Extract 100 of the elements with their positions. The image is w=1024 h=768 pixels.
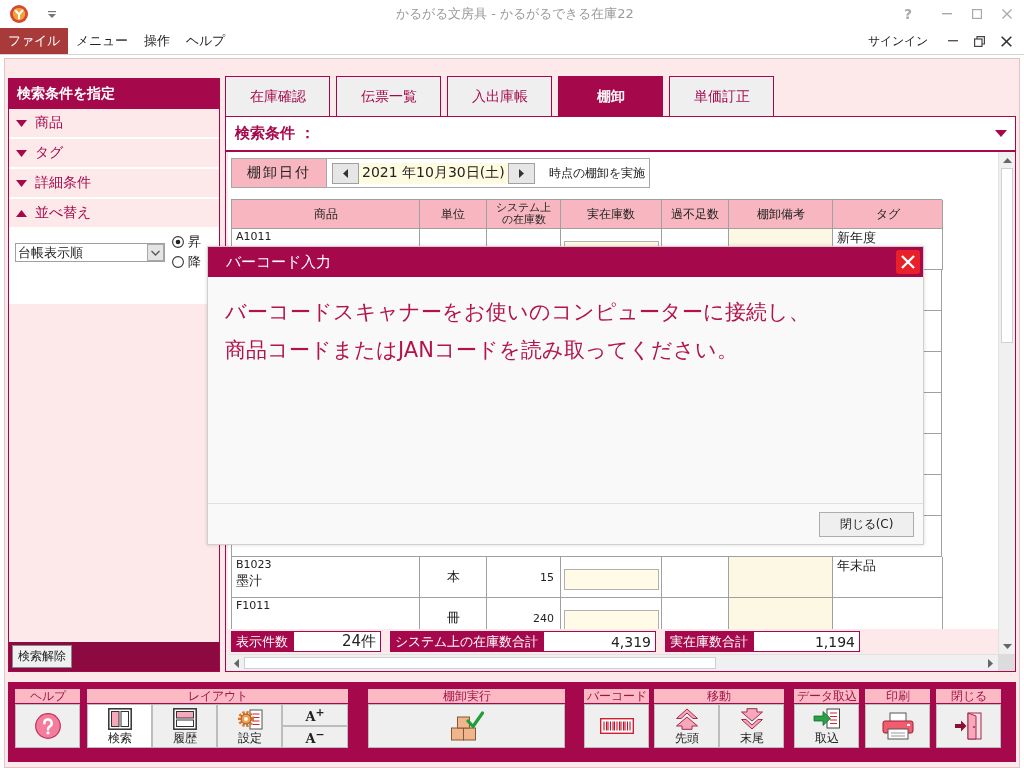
menu-item[interactable]: ファイル <box>0 28 68 54</box>
app-logo-icon <box>10 5 28 23</box>
close-dialog-button[interactable]: 閉じる(C) <box>819 511 914 537</box>
restore-icon[interactable] <box>974 35 985 47</box>
table-cell: 本 <box>446 568 460 586</box>
first-button[interactable]: 先頭 <box>654 704 719 748</box>
column-header: 商品 <box>232 200 420 229</box>
date-suffix-text: 時点の棚卸を実施 <box>548 164 645 182</box>
tab[interactable]: 在庫確認 <box>225 76 330 116</box>
triangle-right-icon <box>518 168 524 178</box>
caret-down-icon[interactable] <box>48 10 56 18</box>
sort-order-radio[interactable]: 昇 <box>172 235 201 249</box>
column-header: 過不足数 <box>662 200 729 229</box>
history-layout-button[interactable]: 履歴 <box>152 704 217 748</box>
item-name: 墨汁 <box>236 572 263 590</box>
table-cell: 冊 <box>446 609 460 627</box>
table-cell: 新年度 <box>837 230 876 245</box>
count-input-field[interactable] <box>564 569 659 590</box>
column-header: 棚卸備考 <box>729 200 833 229</box>
sort-order-radio[interactable]: 降 <box>172 255 201 269</box>
vertical-scrollbar[interactable] <box>998 152 1015 654</box>
last-button[interactable]: 末尾 <box>719 704 784 748</box>
font-size-button[interactable]: A$^{−}$ <box>282 726 348 748</box>
tab[interactable]: 伝票一覧 <box>336 76 441 116</box>
question-icon <box>34 713 61 739</box>
barcode-icon <box>599 718 634 734</box>
dialog-message: バーコードスキャナーをお使いのコンピューターに接続し、商品コードまたはJANコードを読み取ってください。 <box>225 299 811 364</box>
help-button[interactable] <box>15 704 80 748</box>
arrow-document-icon <box>812 707 841 730</box>
search-conditions-label: 検索条件 ： <box>235 124 316 143</box>
toolbar-group-label: 閉じる <box>936 689 1001 703</box>
count-input-field[interactable] <box>564 610 659 629</box>
settings-button[interactable]: 設定 <box>217 704 282 748</box>
menu-item[interactable]: ヘルプ <box>178 28 233 54</box>
printer-icon <box>881 712 914 740</box>
summary-label: 実在庫数合計 <box>665 631 753 652</box>
toolbar-group-label: ヘルプ <box>15 689 80 703</box>
stocktake-button[interactable] <box>368 704 565 748</box>
summary-value: 1,194 <box>753 631 860 652</box>
close-icon <box>901 255 915 269</box>
font-size-button[interactable]: A$^{+}$ <box>282 704 348 726</box>
triangle-left-icon <box>343 168 348 178</box>
panel-header: 検索条件を指定 <box>9 79 219 109</box>
maximize-icon[interactable] <box>972 9 982 19</box>
toolbar-group-label: 移動 <box>654 689 784 703</box>
table-cell: 年末品 <box>837 558 876 573</box>
search-conditions-bar[interactable]: 検索条件 ： <box>226 117 1015 152</box>
gear-document-icon <box>236 707 263 730</box>
toolbar-group-label: データ取込 <box>794 689 859 703</box>
column-header: 単位 <box>420 200 487 229</box>
caret-down-icon[interactable] <box>995 130 1007 137</box>
dialog-title: バーコード入力 <box>226 252 331 272</box>
date-field[interactable]: 2021 年10月30日(土) <box>359 162 508 184</box>
summary-label: システム上の在庫数合計 <box>390 631 543 652</box>
import-button[interactable]: 取込 <box>794 704 859 748</box>
split-panel-icon <box>107 707 132 730</box>
exit-button[interactable] <box>936 704 1001 748</box>
scrollbar-thumb[interactable] <box>1001 168 1013 343</box>
window-title: かるがる文房具 - かるがるできる在庫22 <box>395 5 635 23</box>
tab[interactable]: 入出庫帳 <box>447 76 552 116</box>
menu-item[interactable]: メニュー <box>68 28 136 54</box>
tab[interactable]: 単価訂正 <box>669 76 774 116</box>
remark-field[interactable] <box>729 598 833 629</box>
clear-search-button[interactable]: 検索解除 <box>12 645 72 668</box>
column-header: 実在庫数 <box>561 200 662 229</box>
summary-value: 24件 <box>293 631 381 652</box>
sign-in-link[interactable]: サインイン <box>868 32 928 50</box>
item-code: F1011 <box>236 599 272 612</box>
triangle-down-icon <box>1002 643 1012 649</box>
close-button[interactable] <box>896 250 920 274</box>
toolbar-group-label: レイアウト <box>87 689 348 703</box>
print-button[interactable] <box>865 704 930 748</box>
item-code: A1011 <box>236 230 273 243</box>
filter-section[interactable]: 商品 <box>9 109 219 139</box>
previous-date-button[interactable] <box>332 162 359 184</box>
stacked-panel-icon <box>172 707 197 730</box>
date-label: 棚卸日付 <box>231 158 327 188</box>
minimize-icon[interactable] <box>948 40 958 42</box>
next-date-button[interactable] <box>507 162 535 184</box>
tab[interactable]: 棚卸 <box>558 76 663 116</box>
barcode-button[interactable] <box>584 704 649 748</box>
close-icon[interactable] <box>1001 35 1012 47</box>
remark-field[interactable] <box>729 557 833 598</box>
toolbar-group-label: 印刷 <box>865 689 930 703</box>
filter-section[interactable]: 詳細条件 <box>9 169 219 199</box>
summary-value: 4,319 <box>543 631 656 652</box>
menu-item[interactable]: 操作 <box>136 28 178 54</box>
table-cell: 240 <box>533 611 554 625</box>
horizontal-scrollbar[interactable] <box>228 654 998 671</box>
summary-label: 表示件数 <box>231 631 293 652</box>
boxes-check-icon <box>449 711 484 741</box>
column-header: タグ <box>833 200 943 229</box>
scrollbar-thumb[interactable] <box>244 657 716 669</box>
search-layout-button[interactable]: 検索 <box>87 704 152 748</box>
sort-dropdown[interactable]: 台帳表示順 <box>15 243 165 262</box>
door-arrow-icon <box>953 712 984 740</box>
double-down-arrow-icon <box>739 707 764 730</box>
item-code: B1023 <box>236 558 273 571</box>
filter-section[interactable]: タグ <box>9 139 219 169</box>
triangle-right-icon <box>987 658 993 668</box>
